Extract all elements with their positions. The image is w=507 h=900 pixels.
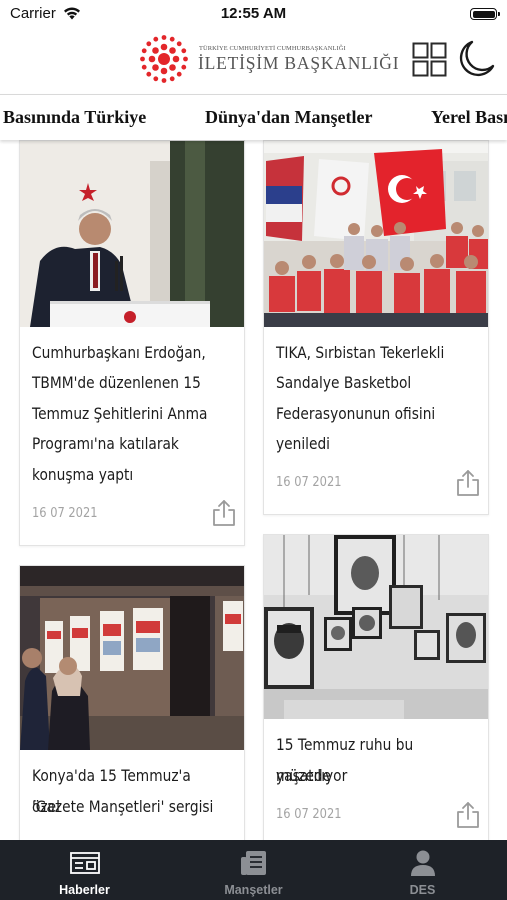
share-icon[interactable] [455, 801, 481, 829]
news-title-line: yeniledi [276, 434, 331, 453]
logo-title: İLETİŞİM BAŞKANLIĞI [198, 53, 400, 73]
category-tab[interactable]: Basınında Türkiye [3, 107, 146, 128]
tab-des[interactable]: DES [338, 840, 507, 900]
logo-subtitle: TÜRKİYE CUMHURİYETİ CUMHURBAŞKANLIĞI [199, 45, 346, 52]
battery-icon [470, 8, 500, 20]
news-date: 16 07 2021 [276, 475, 342, 490]
tab-label: Manşetler [224, 883, 283, 897]
news-title-line: TIKA, Sırbistan Tekerlekli [276, 343, 445, 362]
news-card[interactable]: Konya'da 15 Temmuz'a özel 'Gazete Manşet… [19, 565, 245, 840]
news-title-line: yaşatılıyor [276, 766, 348, 785]
tab-label: DES [409, 883, 436, 897]
grid-icon[interactable] [412, 42, 447, 77]
news-title-line: Federasyonunun ofisini [276, 404, 436, 423]
news-title-line: Temmuz Şehitlerini Anma [32, 404, 208, 423]
news-title-line: konuşma yaptı [32, 465, 134, 484]
news-title-line: Sandalye Basketbol [276, 373, 412, 392]
news-date: 16 07 2021 [32, 506, 98, 521]
news-grid: Cumhurbaşkanı Erdoğan, TBMM'de düzenlene… [0, 140, 507, 840]
share-icon[interactable] [211, 499, 237, 527]
news-title-line: 'Gazete Manşetleri' sergisi [32, 797, 214, 816]
news-card[interactable]: TIKA, Sırbistan Tekerlekli Sandalye Bask… [263, 140, 489, 515]
clock: 12:55 AM [220, 5, 287, 22]
news-title-line: TBMM'de düzenlenen 15 [32, 373, 201, 392]
news-card[interactable]: 15 Temmuz ruhu bu müzede yaşatılıyor 16 … [263, 534, 489, 840]
headlines-icon [241, 851, 266, 875]
status-bar: Carrier 12:55 AM [0, 0, 507, 28]
bottom-tab-bar: Haberler Manşetler DES [0, 840, 507, 900]
news-title-line: Programı'na katılarak [32, 434, 179, 453]
news-image [20, 141, 244, 327]
tab-mansetler[interactable]: Manşetler [169, 840, 338, 900]
person-icon [411, 850, 435, 876]
news-date: 16 07 2021 [276, 807, 342, 822]
category-tabs: Basınında Türkiye Dünya'dan Manşetler Ye… [0, 94, 507, 140]
logo-emblem [140, 35, 188, 83]
newspaper-icon [70, 852, 100, 874]
news-title-line: Cumhurbaşkanı Erdoğan, [32, 343, 206, 362]
category-tab[interactable]: Dünya'dan Manşetler [205, 107, 373, 128]
news-image [20, 566, 244, 750]
share-icon[interactable] [455, 469, 481, 497]
news-image [264, 535, 488, 719]
app-header: TÜRKİYE CUMHURİYETİ CUMHURBAŞKANLIĞI İLE… [0, 28, 507, 94]
moon-icon[interactable] [455, 39, 495, 79]
tab-haberler[interactable]: Haberler [0, 840, 169, 900]
category-tab[interactable]: Yerel Basın [431, 107, 507, 128]
tab-label: Haberler [59, 883, 110, 897]
news-image [264, 141, 488, 327]
news-card[interactable]: Cumhurbaşkanı Erdoğan, TBMM'de düzenlene… [19, 140, 245, 546]
